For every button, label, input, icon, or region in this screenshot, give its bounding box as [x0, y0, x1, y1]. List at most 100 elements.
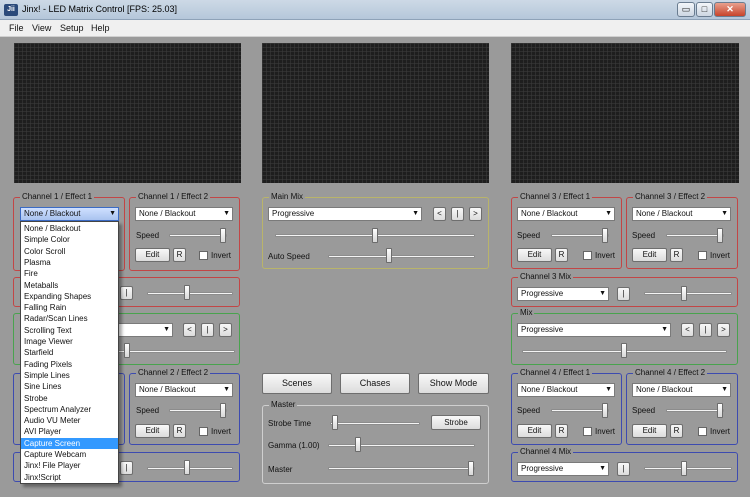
slider-thumb[interactable] [602, 403, 608, 418]
gamma-slider[interactable] [328, 444, 475, 447]
slider-thumb[interactable] [681, 286, 687, 301]
edit-button-ch2-e2[interactable]: Edit [135, 424, 170, 438]
speed-slider-ch4-e2[interactable] [666, 409, 724, 412]
slider-thumb[interactable] [220, 228, 226, 243]
dropdown-option[interactable]: Radar/Scan Lines [21, 313, 118, 324]
mix-select-right[interactable]: Progressive ▼ [517, 323, 671, 337]
edit-button-ch4-e1[interactable]: Edit [517, 424, 552, 438]
edit-button-ch3-e1[interactable]: Edit [517, 248, 552, 262]
reset-button-ch1-e2[interactable]: R [173, 248, 186, 262]
edit-button-ch4-e2[interactable]: Edit [632, 424, 667, 438]
reset-button-ch2-e2[interactable]: R [173, 424, 186, 438]
speed-slider-ch3-e2[interactable] [666, 234, 724, 237]
invert-checkbox-ch4-e1[interactable] [583, 427, 592, 436]
slider-thumb[interactable] [621, 343, 627, 358]
dropdown-option[interactable]: Capture Screen [21, 437, 118, 449]
next-button-main-mix[interactable]: > [469, 207, 482, 221]
dropdown-option[interactable]: Sine Lines [21, 381, 118, 392]
pause-button-ch3-mix[interactable]: | [617, 287, 630, 301]
slider-thumb[interactable] [681, 461, 687, 476]
dropdown-option[interactable]: Simple Color [21, 234, 118, 245]
edit-button-ch1-e2[interactable]: Edit [135, 248, 170, 262]
invert-checkbox-ch1-e2[interactable] [199, 251, 208, 260]
slider-thumb[interactable] [184, 460, 190, 475]
speed-slider-ch2-e2[interactable] [169, 409, 227, 412]
mix-slider-ch4[interactable] [644, 467, 732, 470]
effect-select-ch4-e2[interactable]: None / Blackout ▼ [632, 383, 731, 397]
reset-button-ch4-e2[interactable]: R [670, 424, 683, 438]
effect-select-ch1-e2[interactable]: None / Blackout ▼ [135, 207, 233, 221]
mix-slider-ch2[interactable] [147, 467, 233, 470]
edit-button-ch3-e2[interactable]: Edit [632, 248, 667, 262]
strobe-time-slider[interactable] [330, 422, 420, 425]
dropdown-option[interactable]: Fire [21, 268, 118, 279]
show-mode-button[interactable]: Show Mode [418, 373, 489, 394]
menu-view[interactable]: View [32, 23, 51, 33]
prev-button-right-mix[interactable]: < [681, 323, 694, 337]
slider-thumb[interactable] [184, 285, 190, 300]
chases-button[interactable]: Chases [340, 373, 410, 394]
reset-button-ch3-e1[interactable]: R [555, 248, 568, 262]
pause-button-ch4-mix[interactable]: | [617, 462, 630, 476]
pause-button-main-mix[interactable]: | [451, 207, 464, 221]
mix-slider-ch3[interactable] [644, 292, 732, 295]
dropdown-option[interactable]: Expanding Shapes [21, 291, 118, 302]
prev-button-left-mix[interactable]: < [183, 323, 196, 337]
reset-button-ch3-e2[interactable]: R [670, 248, 683, 262]
slider-thumb[interactable] [717, 228, 723, 243]
speed-slider-ch4-e1[interactable] [551, 409, 609, 412]
dropdown-option[interactable]: Audio VU Meter [21, 415, 118, 426]
mix-slider-left[interactable] [117, 350, 235, 353]
dropdown-option[interactable]: Color Scroll [21, 246, 118, 257]
slider-thumb[interactable] [602, 228, 608, 243]
dropdown-option[interactable]: Simple Lines [21, 370, 118, 381]
dropdown-option[interactable]: Starfield [21, 347, 118, 358]
prev-button-main-mix[interactable]: < [433, 207, 446, 221]
pause-button-left-mix[interactable]: | [201, 323, 214, 337]
effect-select-ch3-e1[interactable]: None / Blackout ▼ [517, 207, 615, 221]
dropdown-option[interactable]: Strobe [21, 393, 118, 404]
dropdown-option[interactable]: Fading Pixels [21, 359, 118, 370]
dropdown-option[interactable]: Jinx! File Player [21, 460, 118, 471]
next-button-left-mix[interactable]: > [219, 323, 232, 337]
mix-select-ch3[interactable]: Progressive ▼ [517, 287, 609, 301]
effect-select-ch2-e2[interactable]: None / Blackout ▼ [135, 383, 233, 397]
maximize-button[interactable]: □ [696, 2, 713, 17]
pause-button-right-mix[interactable]: | [699, 323, 712, 337]
invert-checkbox-ch3-e2[interactable] [698, 251, 707, 260]
main-mix-select[interactable]: Progressive ▼ [268, 207, 422, 221]
mix-select-ch4[interactable]: Progressive ▼ [517, 462, 609, 476]
pause-button-ch2-mix[interactable]: | [120, 461, 133, 475]
mix-slider-ch1[interactable] [147, 292, 233, 295]
invert-checkbox-ch3-e1[interactable] [583, 251, 592, 260]
speed-slider-ch1-e2[interactable] [169, 234, 227, 237]
effect-select-ch4-e1[interactable]: None / Blackout ▼ [517, 383, 615, 397]
slider-thumb[interactable] [717, 403, 723, 418]
scenes-button[interactable]: Scenes [262, 373, 332, 394]
auto-speed-slider[interactable] [328, 255, 475, 258]
dropdown-option[interactable]: AVI Player [21, 426, 118, 437]
dropdown-option[interactable]: Plasma [21, 257, 118, 268]
menu-setup[interactable]: Setup [60, 23, 84, 33]
invert-checkbox-ch2-e2[interactable] [199, 427, 208, 436]
pause-button-ch1-mix[interactable]: | [120, 286, 133, 300]
slider-thumb[interactable] [468, 461, 474, 476]
dropdown-option[interactable]: None / Blackout [21, 223, 118, 234]
dropdown-option[interactable]: Capture Webcam [21, 449, 118, 460]
minimize-button[interactable]: ▭ [677, 2, 695, 17]
invert-checkbox-ch4-e2[interactable] [698, 427, 707, 436]
next-button-right-mix[interactable]: > [717, 323, 730, 337]
slider-thumb[interactable] [386, 248, 392, 263]
menu-file[interactable]: File [9, 23, 24, 33]
dropdown-option[interactable]: Falling Rain [21, 302, 118, 313]
slider-thumb[interactable] [355, 437, 361, 452]
dropdown-option[interactable]: Scrolling Text [21, 325, 118, 336]
slider-thumb[interactable] [124, 343, 130, 358]
slider-thumb[interactable] [372, 228, 378, 243]
speed-slider-ch3-e1[interactable] [551, 234, 609, 237]
reset-button-ch4-e1[interactable]: R [555, 424, 568, 438]
dropdown-option[interactable]: Image Viewer [21, 336, 118, 347]
strobe-button[interactable]: Strobe [431, 415, 481, 430]
dropdown-option[interactable]: Spectrum Analyzer [21, 404, 118, 415]
dropdown-option[interactable]: Jinx!Script [21, 472, 118, 483]
